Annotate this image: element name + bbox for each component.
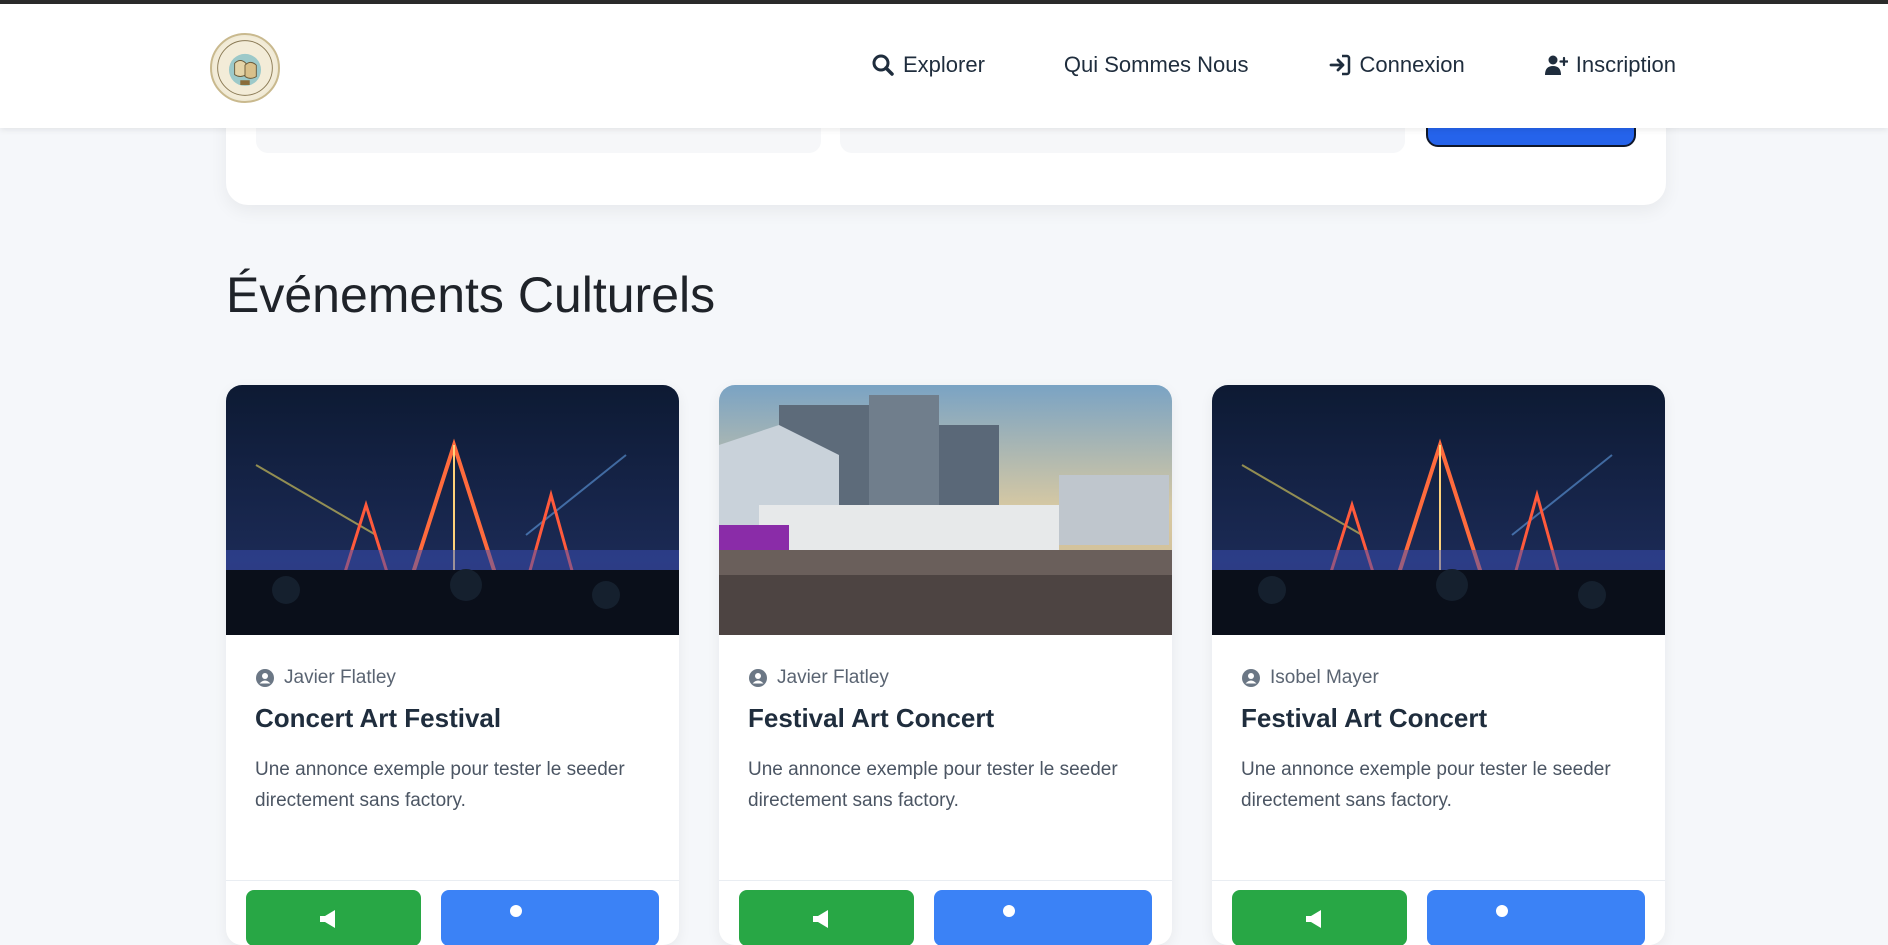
nav-qui-sommes-nous-label: Qui Sommes Nous xyxy=(1063,52,1249,77)
card-author: Javier Flatley xyxy=(748,667,1143,689)
event-image xyxy=(226,385,679,635)
navbar: Explorer Qui Sommes Nous Connexion Inscr… xyxy=(0,4,1888,128)
megaphone-icon xyxy=(813,910,828,928)
card-description: Une annonce exemple pour tester le seede… xyxy=(1241,759,1611,811)
view-details-button[interactable] xyxy=(1427,890,1645,945)
nav-connexion[interactable]: Connexion xyxy=(1328,52,1465,78)
brand-logo[interactable] xyxy=(210,33,280,103)
share-button[interactable] xyxy=(1232,890,1407,945)
user-plus-icon xyxy=(1544,55,1568,75)
card-author-name: Javier Flatley xyxy=(777,667,889,688)
user-circle-icon xyxy=(1242,669,1260,687)
card-footer-divider xyxy=(226,880,679,881)
event-card[interactable]: Isobel Mayer Festival Art Concert Une an… xyxy=(1212,385,1665,945)
nav-inscription[interactable]: Inscription xyxy=(1544,52,1676,78)
section-title: Événements Culturels xyxy=(226,267,716,323)
user-icon xyxy=(510,905,522,917)
card-description: Une annonce exemple pour tester le seede… xyxy=(748,759,1118,811)
user-circle-icon xyxy=(749,669,767,687)
user-icon xyxy=(1003,905,1015,917)
card-author: Javier Flatley xyxy=(255,667,650,689)
card-footer-divider xyxy=(1212,880,1665,881)
logo-emblem-icon xyxy=(213,36,277,100)
megaphone-icon xyxy=(1306,910,1321,928)
nav-explorer[interactable]: Explorer xyxy=(871,52,985,78)
share-button[interactable] xyxy=(246,890,421,945)
card-title[interactable]: Festival Art Concert xyxy=(748,703,1143,734)
card-footer-divider xyxy=(719,880,1172,881)
user-icon xyxy=(1496,905,1508,917)
card-title[interactable]: Festival Art Concert xyxy=(1241,703,1636,734)
view-details-button[interactable] xyxy=(441,890,659,945)
event-image xyxy=(1212,385,1665,635)
event-card[interactable]: Javier Flatley Festival Art Concert Une … xyxy=(719,385,1172,945)
share-button[interactable] xyxy=(739,890,914,945)
megaphone-icon xyxy=(320,910,335,928)
event-image xyxy=(719,385,1172,635)
nav-explorer-label: Explorer xyxy=(902,52,985,77)
card-description: Une annonce exemple pour tester le seede… xyxy=(255,759,625,811)
nav-inscription-label: Inscription xyxy=(1575,52,1676,77)
login-icon xyxy=(1329,54,1350,76)
search-icon xyxy=(872,54,894,76)
nav-links: Explorer Qui Sommes Nous Connexion Inscr… xyxy=(871,52,1676,78)
card-title[interactable]: Concert Art Festival xyxy=(255,703,650,734)
view-details-button[interactable] xyxy=(934,890,1152,945)
nav-qui-sommes-nous[interactable]: Qui Sommes Nous xyxy=(1064,52,1249,78)
card-author-name: Isobel Mayer xyxy=(1270,667,1379,688)
nav-connexion-label: Connexion xyxy=(1359,52,1465,77)
card-author: Isobel Mayer xyxy=(1241,667,1636,689)
user-circle-icon xyxy=(256,669,274,687)
card-author-name: Javier Flatley xyxy=(284,667,396,688)
event-card[interactable]: Javier Flatley Concert Art Festival Une … xyxy=(226,385,679,945)
